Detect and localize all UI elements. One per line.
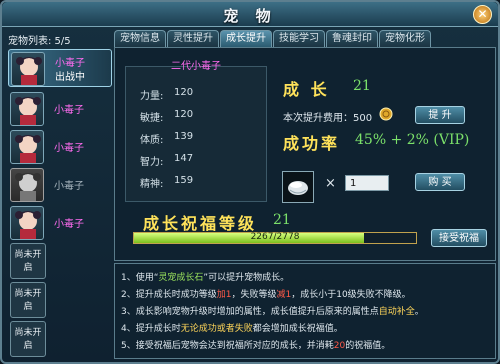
pet-avatar-icon xyxy=(15,135,41,163)
growth-panel: 二代小毒子 力量: 120 敏捷: 120 体质: 139 智力: 147 精神: 159… xyxy=(114,47,496,261)
stat-value: 159 xyxy=(174,175,194,186)
tab-pet-transform[interactable]: 宠物化形 xyxy=(379,30,431,47)
stat-row: 智力: 147 xyxy=(140,153,193,168)
note-text: ，失败等级 xyxy=(231,290,277,300)
note-highlight: 灵宠成长石 xyxy=(158,273,204,283)
stat-row: 精神: 159 xyxy=(140,175,193,190)
tab-growth-upgrade[interactable]: 成长提升 xyxy=(220,30,272,47)
locked-slot-1: 尚未开启 xyxy=(10,243,46,279)
stat-label: 力量: xyxy=(140,91,164,102)
pet-portrait xyxy=(10,168,44,202)
pet-name: 小毒子 xyxy=(54,143,84,154)
stat-value: 139 xyxy=(174,131,194,142)
note-highlight: 自动补全 xyxy=(378,307,415,317)
window-title: 宠 物 xyxy=(223,7,277,25)
blessing-level-label: 成长祝福等级 xyxy=(143,214,258,233)
pet-slot-5[interactable]: 小毒子 xyxy=(8,204,112,242)
pet-slot-3[interactable]: 小毒子 xyxy=(8,128,112,166)
note-highlight: 无论成功或者失败 xyxy=(180,324,253,334)
note-highlight: 减1 xyxy=(276,290,292,300)
stat-row: 体质: 139 xyxy=(140,131,193,146)
growth-stone-icon xyxy=(288,181,308,195)
pet-portrait xyxy=(11,52,45,86)
stat-label: 智力: xyxy=(140,157,164,168)
blessing-level-value: 21 xyxy=(273,212,291,228)
progress-text: 2267/2778 xyxy=(250,232,300,242)
growth-label: 成 长 xyxy=(283,80,330,99)
pet-name: 小毒子 xyxy=(55,58,85,69)
blessing-progress-bar: 2267/2778 xyxy=(133,232,417,244)
note-text: 的祝福值。 xyxy=(345,341,391,351)
stat-value: 120 xyxy=(174,109,194,120)
title-bar[interactable]: 宠 物 ✕ xyxy=(2,2,498,27)
upgrade-button[interactable]: 提 升 xyxy=(415,106,465,124)
locked-slot-2: 尚未开启 xyxy=(10,282,46,318)
tab-soul-seal[interactable]: 鲁魂封印 xyxy=(326,30,378,47)
pet-portrait xyxy=(10,130,44,164)
pet-avatar-icon xyxy=(15,211,41,239)
stat-row: 力量: 120 xyxy=(140,87,193,102)
note-line: 4、提升成长时无论成功或者失败都会增加成长祝福值。 xyxy=(121,321,343,334)
tab-skill-learning[interactable]: 技能学习 xyxy=(273,30,325,47)
pet-portrait xyxy=(10,206,44,240)
pet-window: 宠 物 ✕ 宠物列表: 5/5 小毒子 出战中 小毒子 小毒子 小毒子 小毒子 xyxy=(0,0,500,364)
stat-row: 敏捷: 120 xyxy=(140,109,193,124)
tab-spirit-upgrade[interactable]: 灵性提升 xyxy=(167,30,219,47)
note-text: 5、接受祝福后宠物会达到祝福所对应的成长，并消耗 xyxy=(121,341,334,351)
note-highlight: 加1 xyxy=(216,290,232,300)
pet-portrait xyxy=(10,92,44,126)
pet-list-title: 宠物列表: 5/5 xyxy=(8,36,71,47)
success-rate-label: 成功率 xyxy=(283,134,341,153)
stat-panel-title: 二代小毒子 xyxy=(171,61,221,72)
coin-icon xyxy=(379,107,393,121)
stat-label: 体质: xyxy=(140,135,164,146)
pet-status: 出战中 xyxy=(55,72,85,83)
note-line: 1、使用“灵宠成长石”可以提升宠物成长。 xyxy=(121,270,289,283)
accept-blessing-button[interactable]: 接受祝福 xyxy=(431,229,487,247)
growth-value: 21 xyxy=(353,78,371,94)
note-text: 1、使用“ xyxy=(121,273,159,283)
note-line: 2、提升成长时成功等级加1，失败等级减1，成长小于10级失败不降级。 xyxy=(121,287,411,300)
stat-label: 敏捷: xyxy=(140,113,164,124)
pet-avatar-icon xyxy=(16,57,42,85)
success-rate-value: 45% + 2% (VIP) xyxy=(355,132,470,148)
stat-panel: 二代小毒子 力量: 120 敏捷: 120 体质: 139 智力: 147 精神: 159 xyxy=(125,61,267,202)
pet-name: 小毒子 xyxy=(54,219,84,230)
note-line: 5、接受祝福后宠物会达到祝福所对应的成长，并消耗20的祝福值。 xyxy=(121,338,390,351)
pet-avatar-icon xyxy=(15,173,41,201)
pet-slot-2[interactable]: 小毒子 xyxy=(8,90,112,128)
note-text: 2、提升成长时成功等级 xyxy=(121,290,217,300)
stat-value: 120 xyxy=(174,87,194,98)
quantity-input[interactable]: 1 xyxy=(345,175,389,191)
locked-slot-3: 尚未开启 xyxy=(10,321,46,357)
note-text: 3、成长影响宠物升级时增加的属性，成长值提升后原来的属性点 xyxy=(121,307,379,317)
upgrade-cost: 本次提升费用：500 xyxy=(283,113,373,124)
item-slot[interactable] xyxy=(282,171,314,203)
tab-pet-info[interactable]: 宠物信息 xyxy=(114,30,166,47)
stat-value: 147 xyxy=(174,153,194,164)
pet-slot-1[interactable]: 小毒子 出战中 xyxy=(8,49,112,87)
note-line: 3、成长影响宠物升级时增加的属性，成长值提升后原来的属性点自动补全。 xyxy=(121,304,424,317)
times-sign: × xyxy=(325,176,336,191)
pet-slot-4[interactable]: 小毒子 xyxy=(8,166,112,204)
stat-label: 精神: xyxy=(140,179,164,190)
note-text: 都会增加成长祝福值。 xyxy=(252,324,343,334)
pet-name: 小毒子 xyxy=(54,181,84,192)
close-button[interactable]: ✕ xyxy=(473,5,492,24)
note-text: ，成长小于10级失败不降级。 xyxy=(291,290,411,300)
pet-avatar-icon xyxy=(15,97,41,125)
note-text: ”可以提升宠物成长。 xyxy=(203,273,290,283)
pet-name: 小毒子 xyxy=(54,105,84,116)
note-text: 4、提升成长时 xyxy=(121,324,181,334)
note-text: 。 xyxy=(414,307,424,317)
buy-button[interactable]: 购 买 xyxy=(415,173,465,191)
instructions-panel: 1、使用“灵宠成长石”可以提升宠物成长。 2、提升成长时成功等级加1，失败等级减… xyxy=(114,263,496,359)
note-highlight: 20 xyxy=(333,341,346,351)
